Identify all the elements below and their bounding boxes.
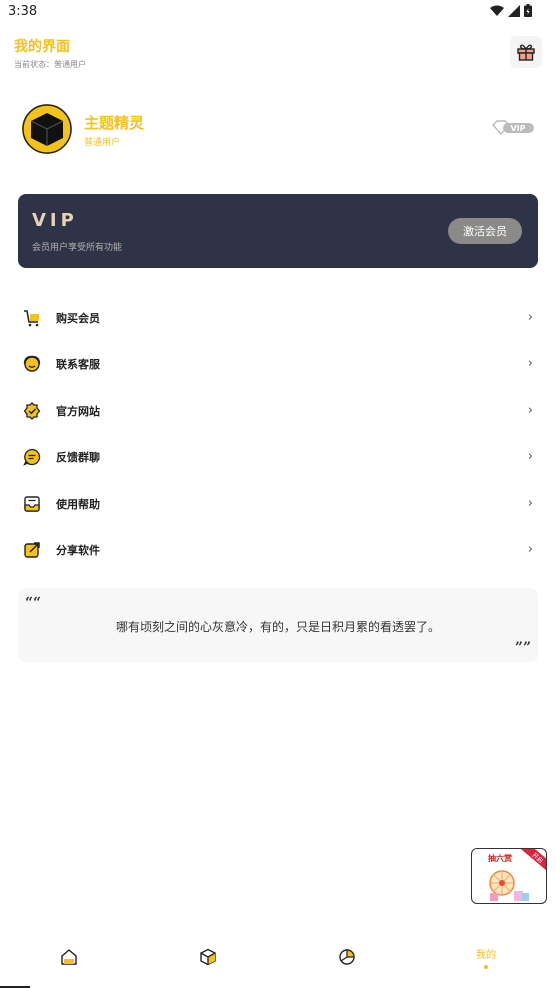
chevron-right-icon: › bbox=[527, 356, 533, 372]
quote-open-icon: ““ bbox=[25, 595, 42, 611]
diamond-vip-icon: VIP bbox=[492, 120, 534, 136]
share-icon bbox=[24, 542, 40, 558]
profile-section[interactable]: 主题精灵 普通用户 VIP bbox=[22, 104, 542, 154]
menu-item-label: 使用帮助 bbox=[56, 497, 100, 511]
wifi-icon bbox=[490, 5, 504, 16]
menu-item-label: 购买会员 bbox=[56, 312, 100, 325]
chevron-right-icon: › bbox=[527, 495, 533, 511]
status-icons bbox=[490, 4, 532, 17]
chart-icon bbox=[339, 949, 355, 965]
signal-icon bbox=[508, 4, 520, 17]
menu-item-help[interactable]: 使用帮助 › bbox=[0, 481, 556, 527]
status-bar: 3:38 bbox=[0, 0, 556, 24]
gift-button[interactable] bbox=[510, 36, 542, 68]
active-indicator bbox=[484, 965, 488, 969]
bottom-nav: 我的 bbox=[0, 936, 556, 988]
profile-name: 主题精灵 bbox=[84, 114, 145, 132]
vip-card-description: 会员用户享受所有功能 bbox=[32, 243, 123, 253]
cube-avatar-icon bbox=[22, 104, 72, 154]
menu-item-buy-vip[interactable]: 购买会员 › bbox=[0, 295, 556, 341]
inbox-help-icon bbox=[24, 495, 40, 512]
quote-close-icon: ”” bbox=[514, 640, 531, 656]
avatar[interactable] bbox=[22, 104, 72, 154]
quote-text: 哪有顷刻之间的心灰意冷，有的，只是日积月累的看透罢了。 bbox=[115, 620, 440, 634]
activate-vip-button[interactable]: 激活会员 bbox=[448, 218, 522, 244]
nav-mine-label: 我的 bbox=[476, 950, 496, 961]
promo-widget[interactable]: 抽六赏 开启 bbox=[471, 848, 547, 904]
menu-item-share-app[interactable]: 分享软件 › bbox=[0, 527, 556, 573]
user-status-text: 当前状态：普通用户 bbox=[14, 60, 86, 69]
prize-wheel-icon bbox=[489, 870, 529, 901]
menu-item-label: 联系客服 bbox=[56, 358, 100, 372]
chevron-right-icon: › bbox=[527, 310, 533, 325]
chevron-right-icon: › bbox=[527, 402, 533, 418]
menu-item-label: 反馈群聊 bbox=[56, 451, 100, 465]
menu-item-label: 官方网站 bbox=[56, 404, 100, 418]
gift-icon bbox=[517, 44, 535, 61]
nav-stats[interactable] bbox=[332, 948, 362, 978]
page-title: 我的界面 bbox=[14, 39, 70, 55]
verified-site-icon bbox=[23, 401, 41, 420]
cart-icon bbox=[24, 310, 39, 327]
menu-list: 购买会员 › 联系客服 › 官方网站 › 反馈群聊 › 使用帮助 › 分享软件 … bbox=[0, 295, 556, 573]
menu-item-official-site[interactable]: 官方网站 › bbox=[0, 388, 556, 434]
battery-icon bbox=[524, 4, 532, 17]
chevron-right-icon: › bbox=[527, 449, 533, 465]
vip-badge: VIP bbox=[492, 120, 536, 140]
status-time: 3:38 bbox=[8, 4, 38, 19]
chat-icon bbox=[23, 449, 41, 467]
menu-item-feedback-group[interactable]: 反馈群聊 › bbox=[0, 434, 556, 480]
vip-card-title: VIP bbox=[32, 210, 78, 231]
menu-item-label: 分享软件 bbox=[56, 543, 100, 557]
nav-themes[interactable] bbox=[193, 948, 223, 978]
nav-home[interactable] bbox=[54, 948, 84, 978]
vip-card: VIP 会员用户享受所有功能 激活会员 bbox=[18, 194, 538, 268]
page-header: 我的界面 当前状态：普通用户 bbox=[14, 36, 86, 70]
home-icon bbox=[61, 949, 77, 965]
profile-level: 普通用户 bbox=[84, 138, 121, 148]
menu-item-contact-support[interactable]: 联系客服 › bbox=[0, 341, 556, 387]
nav-mine[interactable]: 我的 bbox=[471, 946, 501, 976]
vip-badge-label: VIP bbox=[510, 124, 525, 133]
quote-card: ““ 哪有顷刻之间的心灰意冷，有的，只是日积月累的看透罢了。 ”” bbox=[18, 588, 538, 662]
chevron-right-icon: › bbox=[527, 541, 533, 557]
support-icon bbox=[23, 356, 41, 373]
cube-icon bbox=[200, 948, 216, 966]
